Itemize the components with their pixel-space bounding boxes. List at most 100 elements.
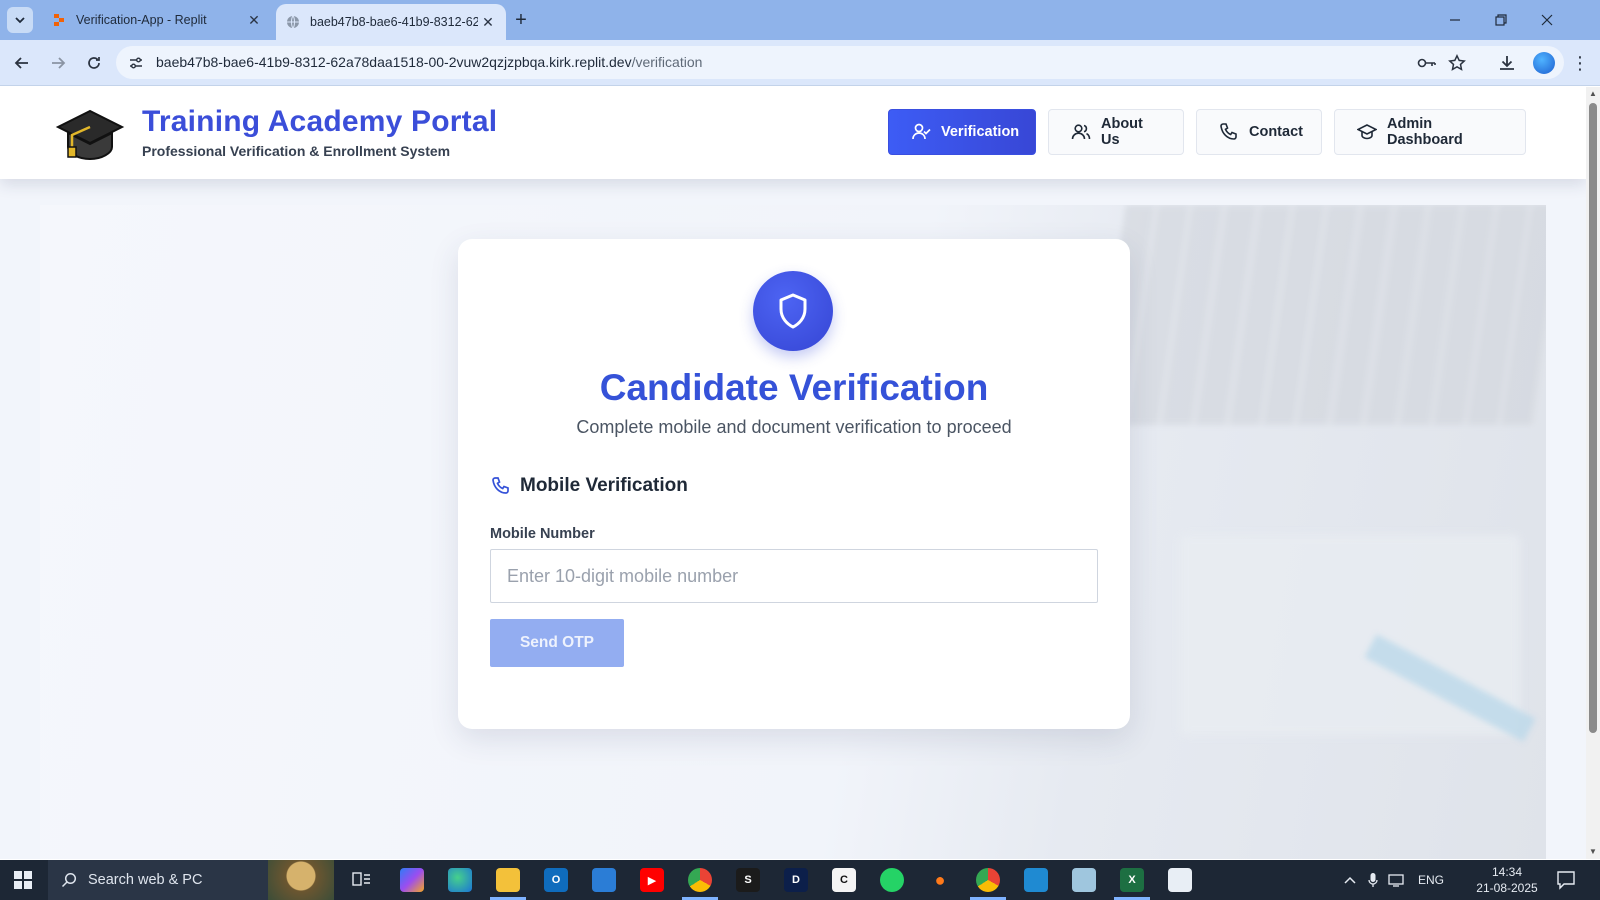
user-check-icon [911,122,931,142]
page-scrollbar[interactable]: ▲ ▼ [1586,87,1600,859]
outlook-icon[interactable]: O [544,868,568,892]
search-highlight-image [268,860,334,900]
site-info-icon[interactable] [124,51,148,75]
excel-icon[interactable]: X [1120,868,1144,892]
url-host: baeb47b8-bae6-41b9-8312-62a78daa1518-00-… [156,54,632,70]
phone-icon [1219,122,1239,142]
notepad-icon[interactable] [1072,868,1096,892]
show-hidden-icons[interactable] [1344,860,1356,900]
phone-icon [490,475,512,497]
store-icon[interactable] [592,868,616,892]
chevron-down-icon [15,17,25,24]
mobile-verification-heading: Mobile Verification [490,475,688,497]
browser-toolbar: baeb47b8-bae6-41b9-8312-62a78daa1518-00-… [0,40,1600,86]
snipping-tool-icon[interactable] [1168,868,1192,892]
browser-menu-icon[interactable]: ⋮ [1570,52,1590,74]
notification-icon[interactable] [1556,870,1576,890]
tab-replit[interactable]: Verification-App - Replit ✕ [40,0,272,40]
nav-contact[interactable]: Contact [1196,109,1322,155]
site-header: Training Academy Portal Professional Ver… [0,87,1586,179]
language-indicator[interactable]: ENG [1418,860,1444,900]
mobile-number-label: Mobile Number [490,526,595,542]
nav-label: Verification [941,124,1020,140]
nav-admin-dashboard[interactable]: Admin Dashboard [1334,109,1526,155]
download-icon[interactable] [1496,52,1518,74]
bookmark-star-icon[interactable] [1446,52,1468,74]
close-icon [1541,14,1553,26]
tab-search-button[interactable] [7,7,33,33]
restore-icon [1495,14,1507,26]
sonyliv-icon[interactable]: S [736,868,760,892]
globe-icon [286,15,300,29]
windows-start-icon[interactable] [14,871,32,889]
tab-title: Verification-App - Replit [76,13,207,27]
file-explorer-icon[interactable] [496,868,520,892]
replit-icon [52,13,66,27]
graduation-cap-icon [1357,122,1377,142]
send-otp-button[interactable]: Send OTP [490,619,624,667]
scroll-up-icon[interactable]: ▲ [1589,90,1597,98]
graduation-cap-logo [55,109,125,161]
brand-title: Training Academy Portal [142,105,498,138]
youtube-icon[interactable]: ▶ [640,868,664,892]
restore-button[interactable] [1478,0,1524,40]
task-view-icon[interactable] [350,868,374,892]
microphone-icon[interactable]: ● [928,868,952,892]
taskbar-search-placeholder: Search web & PC [88,872,203,888]
back-button[interactable] [8,49,36,77]
windows-taskbar: Search web & PC O ▶ S D C ● X ENG 14:34 … [0,860,1600,900]
tab-verification[interactable]: baeb47b8-bae6-41b9-8312-62a78daa1518-00-… [276,4,506,40]
close-window-button[interactable] [1524,0,1570,40]
forward-button[interactable] [44,49,72,77]
profile-avatar[interactable] [1533,52,1555,74]
tab-title: baeb47b8-bae6-41b9-8312-62a78daa1518-00-… [310,15,478,29]
url-text: baeb47b8-bae6-41b9-8312-62a78daa1518-00-… [156,54,702,70]
card-subtitle: Complete mobile and document verificatio… [576,417,1012,437]
network-icon[interactable] [1388,860,1406,900]
whatsapp-icon[interactable] [880,868,904,892]
address-bar[interactable]: baeb47b8-bae6-41b9-8312-62a78daa1518-00-… [116,46,1564,79]
url-path: /verification [631,54,703,70]
taskbar-clock[interactable]: 14:34 21-08-2025 [1474,864,1540,896]
scroll-thumb[interactable] [1589,103,1597,733]
arrow-left-icon [14,57,28,69]
copilot-icon[interactable] [400,868,424,892]
clock-date: 21-08-2025 [1476,881,1538,895]
chevron-up-icon [1344,876,1356,884]
nav-label: Admin Dashboard [1387,116,1463,148]
background-keyboard-image [1094,205,1546,425]
new-tab-button[interactable]: + [510,9,532,31]
mic-tray-icon[interactable] [1368,860,1378,900]
password-key-icon[interactable] [1416,52,1438,74]
browser-tab-strip: Verification-App - Replit ✕ baeb47b8-bae… [0,0,1600,40]
hotstar-icon[interactable]: D [784,868,808,892]
arrow-right-icon [52,57,66,69]
page-viewport: Training Academy Portal Professional Ver… [0,87,1586,859]
section-title: Mobile Verification [520,475,688,496]
scroll-down-icon[interactable]: ▼ [1589,848,1597,856]
verification-card: Candidate Verification Complete mobile a… [458,239,1130,729]
shield-icon [779,293,807,329]
minimize-button[interactable] [1432,0,1478,40]
nav-label: About Us [1101,116,1143,148]
brand-subtitle: Professional Verification & Enrollment S… [142,143,451,159]
edge-icon[interactable] [448,868,472,892]
nav-about-us[interactable]: About Us [1048,109,1184,155]
chrome-icon[interactable] [688,868,712,892]
app-c-icon[interactable]: C [832,868,856,892]
minimize-icon [1450,19,1460,21]
reload-button[interactable] [80,49,108,77]
chrome-profile-icon[interactable] [976,868,1000,892]
mobile-number-input[interactable] [490,549,1098,603]
close-icon[interactable]: ✕ [244,10,264,30]
taskbar-search[interactable]: Search web & PC [48,860,334,900]
close-icon[interactable]: ✕ [478,12,498,32]
users-icon [1071,122,1091,142]
vscode-icon[interactable] [1024,868,1048,892]
clock-time: 14:34 [1491,865,1523,879]
card-title: Candidate Verification [599,367,989,408]
nav-verification[interactable]: Verification [888,109,1036,155]
reload-icon [88,57,100,69]
shield-badge [753,271,833,351]
nav-label: Contact [1249,124,1303,140]
